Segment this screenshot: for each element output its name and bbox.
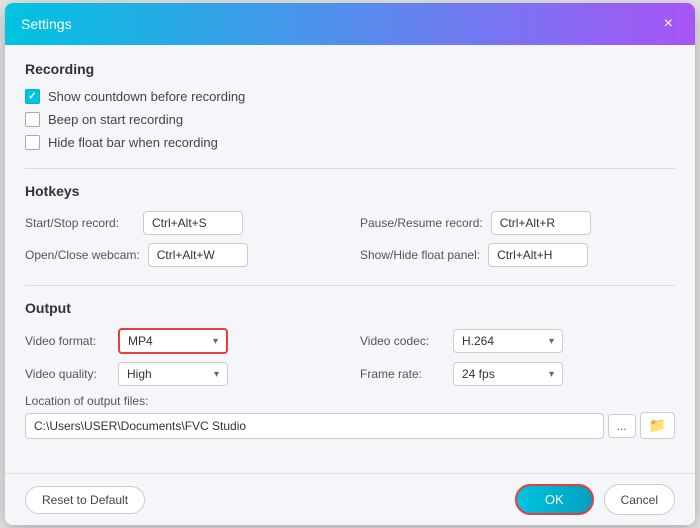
hotkeys-section: Hotkeys Start/Stop record: Pause/Resume … bbox=[25, 183, 675, 267]
video-quality-arrow: ▾ bbox=[214, 369, 219, 380]
close-button[interactable]: × bbox=[658, 13, 679, 35]
title-bar: Settings × bbox=[5, 3, 695, 45]
frame-rate-arrow: ▾ bbox=[549, 369, 554, 380]
video-format-select[interactable]: MP4 ▾ bbox=[118, 328, 228, 354]
field-label-3: Frame rate: bbox=[360, 367, 445, 381]
hotkey-label-1: Pause/Resume record: bbox=[360, 216, 483, 230]
hotkey-row-1: Pause/Resume record: bbox=[360, 211, 675, 235]
hotkey-label-2: Open/Close webcam: bbox=[25, 248, 140, 262]
hotkey-input-3[interactable] bbox=[488, 243, 588, 267]
countdown-row: Show countdown before recording bbox=[25, 89, 675, 104]
ok-button[interactable]: OK bbox=[515, 484, 594, 515]
field-row-1: Video codec: H.264 ▾ bbox=[360, 328, 675, 354]
field-label-0: Video format: bbox=[25, 334, 110, 348]
divider-2 bbox=[25, 285, 675, 286]
field-row-3: Frame rate: 24 fps ▾ bbox=[360, 362, 675, 386]
field-label-1: Video codec: bbox=[360, 334, 445, 348]
field-row-0: Video format: MP4 ▾ bbox=[25, 328, 340, 354]
video-codec-select[interactable]: H.264 ▾ bbox=[453, 329, 563, 353]
output-section: Output Video format: MP4 ▾ Video codec: … bbox=[25, 300, 675, 439]
hotkey-input-0[interactable] bbox=[143, 211, 243, 235]
field-label-2: Video quality: bbox=[25, 367, 110, 381]
settings-dialog: Settings × Recording Show countdown befo… bbox=[5, 3, 695, 525]
hidefloat-label: Hide float bar when recording bbox=[48, 135, 218, 150]
beep-checkbox[interactable] bbox=[25, 112, 40, 127]
field-row-2: Video quality: High ▾ bbox=[25, 362, 340, 386]
hotkey-label-0: Start/Stop record: bbox=[25, 216, 135, 230]
output-grid: Video format: MP4 ▾ Video codec: H.264 ▾… bbox=[25, 328, 675, 386]
video-quality-select[interactable]: High ▾ bbox=[118, 362, 228, 386]
frame-rate-value: 24 fps bbox=[462, 367, 495, 381]
divider-1 bbox=[25, 168, 675, 169]
dialog-title: Settings bbox=[21, 16, 72, 32]
footer: Reset to Default OK Cancel bbox=[5, 473, 695, 525]
location-browse-button[interactable]: ... bbox=[608, 414, 636, 438]
countdown-checkbox[interactable] bbox=[25, 89, 40, 104]
video-format-arrow: ▾ bbox=[213, 336, 218, 347]
hotkeys-grid: Start/Stop record: Pause/Resume record: … bbox=[25, 211, 675, 267]
reset-button[interactable]: Reset to Default bbox=[25, 486, 145, 514]
video-codec-arrow: ▾ bbox=[549, 336, 554, 347]
recording-section: Recording Show countdown before recordin… bbox=[25, 61, 675, 150]
hotkeys-title: Hotkeys bbox=[25, 183, 675, 199]
video-quality-value: High bbox=[127, 367, 152, 381]
frame-rate-select[interactable]: 24 fps ▾ bbox=[453, 362, 563, 386]
location-row: Location of output files: ... 📁 bbox=[25, 394, 675, 439]
hotkey-input-2[interactable] bbox=[148, 243, 248, 267]
beep-label: Beep on start recording bbox=[48, 112, 183, 127]
video-format-value: MP4 bbox=[128, 334, 153, 348]
beep-row: Beep on start recording bbox=[25, 112, 675, 127]
hotkey-row-2: Open/Close webcam: bbox=[25, 243, 340, 267]
countdown-label: Show countdown before recording bbox=[48, 89, 245, 104]
location-label: Location of output files: bbox=[25, 394, 675, 408]
hotkey-row-3: Show/Hide float panel: bbox=[360, 243, 675, 267]
footer-right: OK Cancel bbox=[515, 484, 675, 515]
location-input[interactable] bbox=[25, 413, 604, 439]
dialog-content: Recording Show countdown before recordin… bbox=[5, 45, 695, 473]
folder-open-button[interactable]: 📁 bbox=[640, 412, 675, 439]
location-input-row: ... 📁 bbox=[25, 412, 675, 439]
hotkey-input-1[interactable] bbox=[491, 211, 591, 235]
hotkey-row-0: Start/Stop record: bbox=[25, 211, 340, 235]
output-title: Output bbox=[25, 300, 675, 316]
recording-title: Recording bbox=[25, 61, 675, 77]
hotkey-label-3: Show/Hide float panel: bbox=[360, 248, 480, 262]
cancel-button[interactable]: Cancel bbox=[604, 484, 675, 515]
hidefloat-row: Hide float bar when recording bbox=[25, 135, 675, 150]
hidefloat-checkbox[interactable] bbox=[25, 135, 40, 150]
video-codec-value: H.264 bbox=[462, 334, 494, 348]
